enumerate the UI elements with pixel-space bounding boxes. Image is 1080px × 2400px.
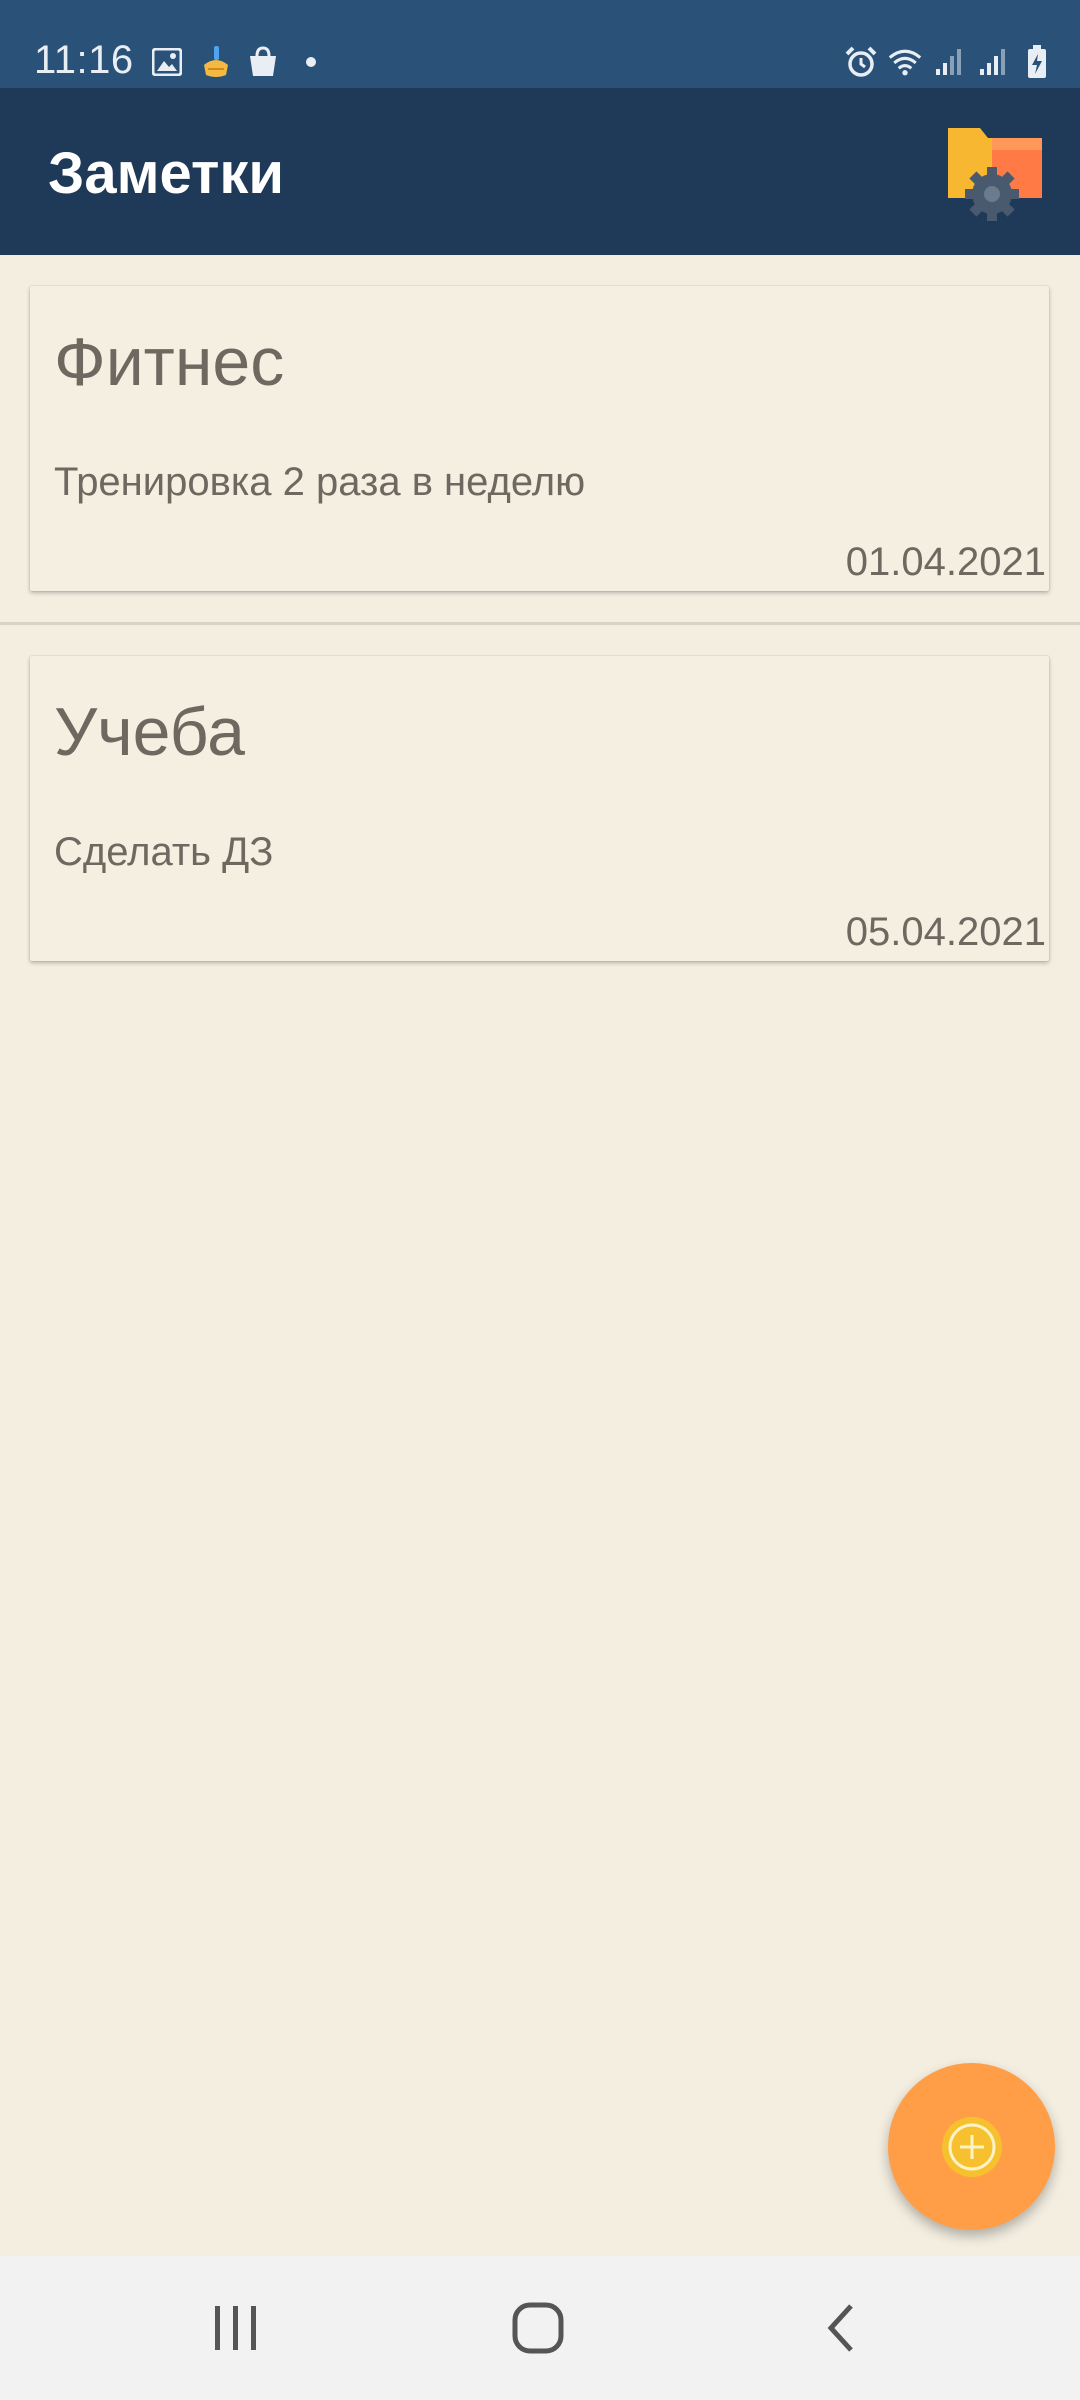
folder-settings-button[interactable] — [942, 122, 1048, 222]
shopping-bag-icon — [246, 45, 280, 79]
note-title: Учеба — [54, 694, 245, 770]
notification-dot-icon — [294, 45, 328, 79]
back-icon — [827, 2304, 853, 2352]
page-title: Заметки — [48, 141, 285, 206]
home-icon — [512, 2302, 564, 2354]
recents-button[interactable] — [156, 2256, 316, 2400]
image-icon — [150, 45, 184, 79]
app-bar: Заметки — [0, 88, 1080, 255]
note-body: Тренировка 2 раза в неделю — [54, 460, 586, 504]
signal-icon — [976, 45, 1010, 79]
home-button[interactable] — [458, 2256, 618, 2400]
status-bar: 11:16 — [0, 0, 1080, 88]
wifi-icon — [888, 45, 922, 79]
status-left-icons — [150, 44, 342, 80]
status-time: 11:16 — [34, 38, 134, 82]
divider — [0, 622, 1080, 625]
note-body: Сделать ДЗ — [54, 830, 274, 874]
note-card[interactable]: Учеба Сделать ДЗ 05.04.2021 — [30, 656, 1049, 961]
note-title: Фитнес — [54, 324, 285, 400]
alarm-icon — [844, 45, 878, 79]
add-note-button[interactable] — [888, 2063, 1055, 2230]
folder-settings-icon — [948, 128, 1042, 221]
add-circle-icon — [941, 2116, 1002, 2177]
signal-icon — [932, 45, 966, 79]
battery-charging-icon — [1020, 45, 1054, 79]
note-date: 05.04.2021 — [845, 910, 1046, 954]
cleaner-icon — [198, 45, 232, 79]
nav-bar — [0, 2256, 1080, 2400]
recents-icon — [215, 2306, 256, 2350]
back-button[interactable] — [760, 2256, 920, 2400]
note-card[interactable]: Фитнес Тренировка 2 раза в неделю 01.04.… — [30, 286, 1049, 591]
note-date: 01.04.2021 — [845, 540, 1046, 584]
status-right-icons — [834, 44, 1054, 80]
